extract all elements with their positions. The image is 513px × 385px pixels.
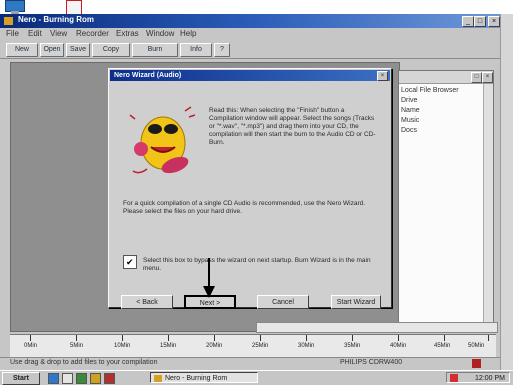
maximize-button[interactable]: □	[474, 16, 486, 27]
taskbar: Start Nero - Burning Rom 12:00 PM	[0, 370, 513, 385]
wizard-mascot-icon	[129, 106, 196, 174]
quick-launch-browser-icon[interactable]	[48, 373, 59, 384]
toolbar-info-button[interactable]: Info	[180, 43, 212, 57]
document-icon[interactable]	[64, 0, 88, 15]
wizard-note-text: For a quick compilation of a single CD A…	[123, 200, 366, 215]
ruler-tick	[260, 335, 261, 341]
tray-volume-icon[interactable]	[450, 374, 458, 382]
wizard-intro-text: Read this: When selecting the "Finish" b…	[209, 107, 376, 146]
ruler-tick	[168, 335, 169, 341]
file-browser-scrollbar[interactable]	[483, 84, 493, 323]
taskbar-item-label: Nero - Burning Rom	[165, 375, 228, 382]
ruler-label: 0Min	[24, 343, 38, 349]
my-computer-icon[interactable]	[3, 0, 27, 15]
taskbar-item-nero[interactable]: Nero - Burning Rom	[150, 372, 258, 383]
toolbar-burn-button[interactable]: Burn	[132, 43, 178, 57]
menu-recorder[interactable]: Recorder	[76, 29, 109, 38]
quick-launch-app-icon[interactable]	[104, 373, 115, 384]
file-browser-item[interactable]: Docs	[401, 127, 417, 134]
ruler-tick	[122, 335, 123, 341]
dialog-title: Nero Wizard (Audio)	[114, 72, 182, 79]
panel-restore-button[interactable]: □	[471, 72, 482, 83]
ruler-tick	[306, 335, 307, 341]
file-browser-panel[interactable]: □ × Local File Browser Drive Name Music …	[398, 70, 494, 324]
system-tray: 12:00 PM	[446, 372, 510, 383]
app-window: Nero - Burning Rom _ □ × File Edit View …	[0, 14, 513, 370]
quick-launch-desktop-icon[interactable]	[62, 373, 73, 384]
toolbar-new-button[interactable]: New	[6, 43, 38, 57]
ruler-label: 40Min	[390, 343, 407, 349]
ruler-tick	[444, 335, 445, 341]
file-browser-item[interactable]: Music	[401, 117, 419, 124]
bypass-wizard-checkbox[interactable]: ✔	[123, 255, 137, 269]
ruler-tick	[30, 335, 31, 341]
ruler-tick	[488, 335, 489, 341]
dialog-close-button[interactable]: ×	[377, 71, 388, 81]
menu-help[interactable]: Help	[180, 29, 196, 38]
start-button[interactable]: Start	[2, 372, 40, 385]
ruler-label: 25Min	[252, 343, 269, 349]
menu-extras[interactable]: Extras	[116, 29, 139, 38]
wizard-dialog: Nero Wizard (Audio) × Read this: When se…	[108, 68, 392, 309]
tray-clock: 12:00 PM	[475, 375, 505, 382]
file-browser-header: □ ×	[399, 71, 493, 84]
menu-file[interactable]: File	[6, 29, 19, 38]
ruler-tick	[214, 335, 215, 341]
checkmark-icon: ✔	[126, 257, 134, 267]
recorder-name: PHILIPS CDRW400	[340, 359, 403, 366]
window-vertical-scrollbar[interactable]	[500, 14, 513, 370]
minimize-button[interactable]: _	[462, 16, 474, 27]
ruler-label: 35Min	[344, 343, 361, 349]
toolbar-copy-button[interactable]: Copy	[92, 43, 130, 57]
app-icon	[4, 17, 13, 25]
toolbar-save-button[interactable]: Save	[66, 43, 90, 57]
menu-view[interactable]: View	[50, 29, 67, 38]
window-title: Nero - Burning Rom	[18, 15, 94, 24]
bypass-wizard-label: Select this box to bypass the wizard on …	[143, 257, 371, 272]
ruler-label: 10Min	[114, 343, 131, 349]
file-browser-item[interactable]: Name	[401, 107, 420, 114]
menu-edit[interactable]: Edit	[28, 29, 42, 38]
ruler-label: 5Min	[70, 343, 84, 349]
ruler-tick	[352, 335, 353, 341]
ruler-label: 45Min	[434, 343, 451, 349]
file-browser-item[interactable]: Local File Browser	[401, 87, 459, 94]
menu-window[interactable]: Window	[146, 29, 174, 38]
quick-launch-media-icon[interactable]	[76, 373, 87, 384]
panel-close-button[interactable]: ×	[482, 72, 493, 83]
horizontal-scrollbar[interactable]	[256, 322, 498, 333]
close-button[interactable]: ×	[488, 16, 500, 27]
toolbar-help-button[interactable]: ?	[214, 43, 230, 57]
recorder-status-icon	[472, 359, 481, 368]
ruler-tick	[76, 335, 77, 341]
ruler-tick	[398, 335, 399, 341]
cancel-button[interactable]: Cancel	[257, 295, 309, 309]
toolbar-open-button[interactable]: Open	[40, 43, 64, 57]
menu-bar: File Edit View Recorder Extras Window He…	[0, 28, 500, 40]
ruler-label: 30Min	[298, 343, 315, 349]
ruler-label: 50Min	[468, 343, 485, 349]
quick-launch-folder-icon[interactable]	[90, 373, 101, 384]
file-browser-item[interactable]: Drive	[401, 97, 417, 104]
desktop-area	[0, 0, 513, 15]
start-wizard-button[interactable]: Start Wizard	[331, 295, 381, 309]
pointer-arrow-icon	[203, 258, 215, 298]
back-button[interactable]: < Back	[121, 295, 173, 309]
ruler-label: 20Min	[206, 343, 223, 349]
toolbar: New Open Save Copy Burn Info ?	[0, 41, 500, 59]
nero-app-icon	[154, 375, 162, 382]
title-bar[interactable]: Nero - Burning Rom _ □ ×	[0, 14, 500, 28]
capacity-ruler: 0Min 5Min 10Min 15Min 20Min 25Min 30Min …	[10, 334, 496, 358]
ruler-label: 15Min	[160, 343, 177, 349]
status-message: Use drag & drop to add files to your com…	[10, 359, 158, 366]
dialog-title-bar[interactable]: Nero Wizard (Audio) ×	[110, 70, 390, 81]
status-bar: Use drag & drop to add files to your com…	[0, 357, 500, 370]
